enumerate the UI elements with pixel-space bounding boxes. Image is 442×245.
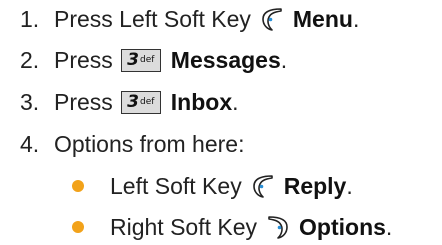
step-text: Press — [54, 47, 113, 73]
option-options: Right Soft Key Options. — [72, 213, 392, 241]
option-reply: Left Soft Key Reply. — [72, 172, 353, 200]
step-action: Menu — [292, 6, 353, 32]
option-end: . — [346, 173, 353, 199]
left-soft-key-icon — [250, 173, 276, 199]
step-end: . — [352, 6, 360, 32]
step-number: 4. — [20, 131, 40, 157]
step-text: Press — [54, 89, 113, 115]
right-soft-key-icon — [265, 214, 291, 240]
step-3: 3. Press 3 def Inbox. — [20, 88, 239, 116]
key-letters: def — [140, 55, 155, 65]
key-letters: def — [140, 97, 155, 107]
step-end: . — [280, 47, 288, 73]
bullet-icon — [72, 221, 84, 233]
step-action: Messages — [170, 47, 281, 73]
step-number: 3. — [20, 89, 40, 115]
step-2: 2. Press 3 def Messages. — [20, 46, 287, 74]
step-4: 4. Options from here: — [20, 130, 244, 158]
key-digit: 3 — [127, 49, 139, 70]
step-1: 1. Press Left Soft Key Menu. — [20, 5, 359, 33]
option-text: Left Soft Key — [110, 173, 242, 199]
step-action: Inbox — [170, 89, 233, 115]
key-3-icon: 3 def — [120, 90, 161, 114]
option-end: . — [385, 214, 393, 240]
step-number: 1. — [20, 6, 40, 32]
option-action: Options — [299, 214, 386, 240]
key-3-icon: 3 def — [120, 48, 161, 72]
step-text: Options from here: — [54, 131, 245, 157]
instructions: 1. Press Left Soft Key Menu. 2. Press 3d… — [0, 0, 442, 245]
option-action: Reply — [283, 173, 347, 199]
step-number: 2. — [20, 47, 40, 73]
step-end: . — [232, 89, 239, 115]
bullet-icon — [72, 180, 84, 192]
left-soft-key-icon — [259, 6, 285, 32]
step-text: Press Left Soft Key — [54, 6, 251, 32]
option-text: Right Soft Key — [110, 214, 258, 240]
key-digit: 3 — [127, 91, 139, 112]
